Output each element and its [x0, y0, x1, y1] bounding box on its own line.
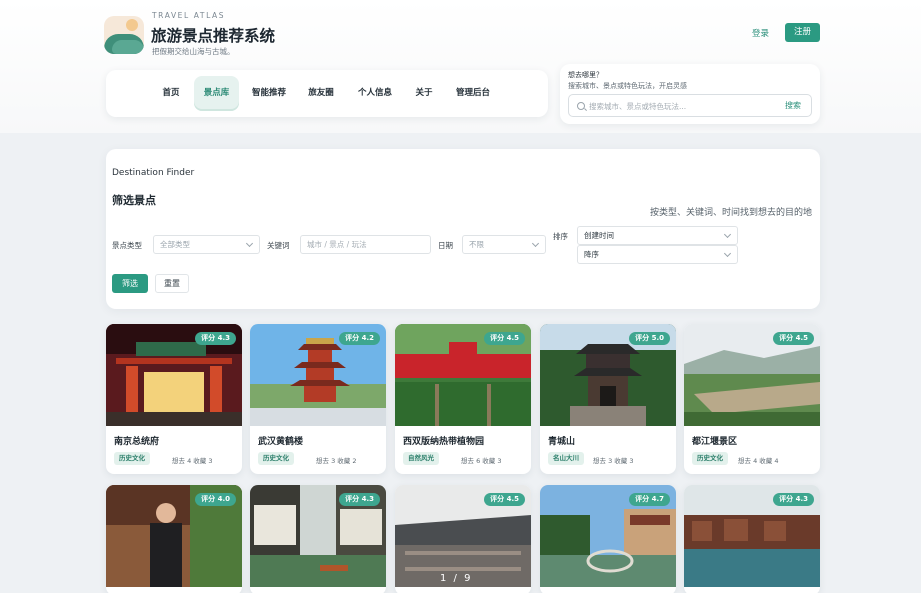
reset-filter-button[interactable]: 重置 — [155, 274, 189, 293]
sort-select[interactable]: 创建时间 — [577, 226, 738, 245]
rating-badge: 评分 4.7 — [629, 493, 670, 506]
chevron-down-icon — [245, 239, 254, 248]
spot-card[interactable]: 评分 4.7 — [540, 485, 676, 593]
keyword-input[interactable] — [307, 240, 430, 249]
chevron-down-icon — [723, 249, 732, 258]
spot-stats: 想去 6 收藏 3 — [461, 457, 502, 465]
spot-card[interactable]: 评分 5.0 青城山 名山大川 想去 3 收藏 3 — [540, 324, 676, 474]
spot-stats: 想去 4 收藏 3 — [172, 457, 213, 465]
register-button[interactable]: 注册 — [785, 23, 820, 42]
rating-badge: 评分 4.5 — [484, 332, 525, 345]
search-title: 想去哪里？ — [568, 71, 603, 79]
rating-badge: 评分 4.2 — [339, 332, 380, 345]
spot-name: 西双版纳热带植物园 — [403, 437, 485, 447]
type-label: 景点类型 — [112, 241, 142, 250]
nav-item-admin[interactable]: 管理后台 — [450, 76, 496, 111]
category-tag: 名山大川 — [548, 452, 584, 465]
rating-badge: 评分 4.3 — [195, 332, 236, 345]
search-input[interactable] — [589, 98, 769, 114]
spot-card[interactable]: 评分 4.5 西双版纳热带植物园 自然风光 想去 6 收藏 3 — [395, 324, 531, 474]
spot-stats: 想去 4 收藏 4 — [738, 457, 779, 465]
chevron-down-icon — [723, 230, 732, 239]
chevron-down-icon — [531, 239, 540, 248]
spot-card[interactable]: 评分 4.3 — [684, 485, 820, 593]
date-select-value: 不限 — [469, 240, 484, 249]
filter-eyebrow: Destination Finder — [112, 168, 195, 178]
date-select[interactable]: 不限 — [462, 235, 546, 254]
spot-card[interactable]: 评分 4.0 — [106, 485, 242, 593]
nav-item-about[interactable]: 关于 — [412, 76, 436, 111]
rating-badge: 评分 5.0 — [629, 332, 670, 345]
filter-title: 筛选景点 — [112, 194, 156, 207]
spot-card[interactable]: 评分 4.2 武汉黄鹤楼 历史文化 想去 3 收藏 2 — [250, 324, 386, 474]
spot-name: 南京总统府 — [114, 437, 160, 447]
logo-hill-front — [112, 40, 144, 54]
rating-badge: 评分 4.5 — [484, 493, 525, 506]
category-tag: 历史文化 — [692, 452, 728, 465]
type-select[interactable]: 全部类型 — [153, 235, 260, 254]
spot-card[interactable]: 评分 4.3 — [250, 485, 386, 593]
order-select[interactable]: 降序 — [577, 245, 738, 264]
brand-subtitle: 把假期交给山海与古城。 — [152, 47, 235, 56]
category-tag: 自然风光 — [403, 452, 439, 465]
spot-card[interactable]: 评分 4.3 南京总统府 历史文化 想去 4 收藏 3 — [106, 324, 242, 474]
logo — [104, 16, 144, 54]
search-subtitle: 搜索城市、景点或特色玩法，开启灵感 — [568, 82, 687, 90]
search-panel: 想去哪里？ 搜索城市、景点或特色玩法，开启灵感 搜索 — [560, 64, 820, 124]
spot-name: 青城山 — [548, 437, 576, 447]
page-indicator: 1 / 9 — [440, 573, 473, 584]
search-button[interactable]: 搜索 — [785, 100, 801, 111]
logo-sun — [126, 19, 138, 31]
category-tag: 历史文化 — [258, 452, 294, 465]
category-tag: 历史文化 — [114, 452, 150, 465]
brand-tagline: TRAVEL ATLAS — [152, 11, 226, 20]
date-label: 日期 — [438, 241, 453, 250]
type-select-value: 全部类型 — [160, 240, 190, 249]
main-nav: 首页 景点库 智能推荐 旅友圈 个人信息 关于 管理后台 — [106, 70, 548, 117]
order-select-value: 降序 — [584, 250, 599, 259]
login-link[interactable]: 登录 — [752, 27, 769, 39]
rating-badge: 评分 4.3 — [339, 493, 380, 506]
spot-name: 都江堰景区 — [692, 437, 738, 447]
brand-title: 旅游景点推荐系统 — [151, 27, 276, 45]
filter-panel: Destination Finder 筛选景点 按类型、关键词、时间找到想去的目… — [106, 149, 820, 309]
nav-item-profile[interactable]: 个人信息 — [354, 76, 396, 111]
spot-stats: 想去 3 收藏 3 — [593, 457, 634, 465]
rating-badge: 评分 4.3 — [773, 493, 814, 506]
search-box: 搜索 — [568, 94, 812, 117]
spot-stats: 想去 3 收藏 2 — [316, 457, 357, 465]
nav-item-recommend[interactable]: 智能推荐 — [248, 76, 290, 111]
nav-item-spots[interactable]: 景点库 — [194, 76, 239, 111]
nav-item-community[interactable]: 旅友圈 — [305, 76, 337, 111]
keyword-field — [300, 235, 431, 254]
sort-select-value: 创建时间 — [584, 231, 614, 240]
keyword-label: 关键词 — [267, 241, 290, 250]
spot-name: 武汉黄鹤楼 — [258, 437, 304, 447]
sort-label: 排序 — [553, 232, 568, 241]
apply-filter-button[interactable]: 筛选 — [112, 274, 148, 293]
filter-description: 按类型、关键词、时间找到想去的目的地 — [649, 208, 812, 218]
rating-badge: 评分 4.5 — [773, 332, 814, 345]
rating-badge: 评分 4.0 — [195, 493, 236, 506]
search-icon — [577, 102, 585, 110]
nav-item-home[interactable]: 首页 — [158, 76, 184, 111]
spot-card[interactable]: 评分 4.5 都江堰景区 历史文化 想去 4 收藏 4 — [684, 324, 820, 474]
